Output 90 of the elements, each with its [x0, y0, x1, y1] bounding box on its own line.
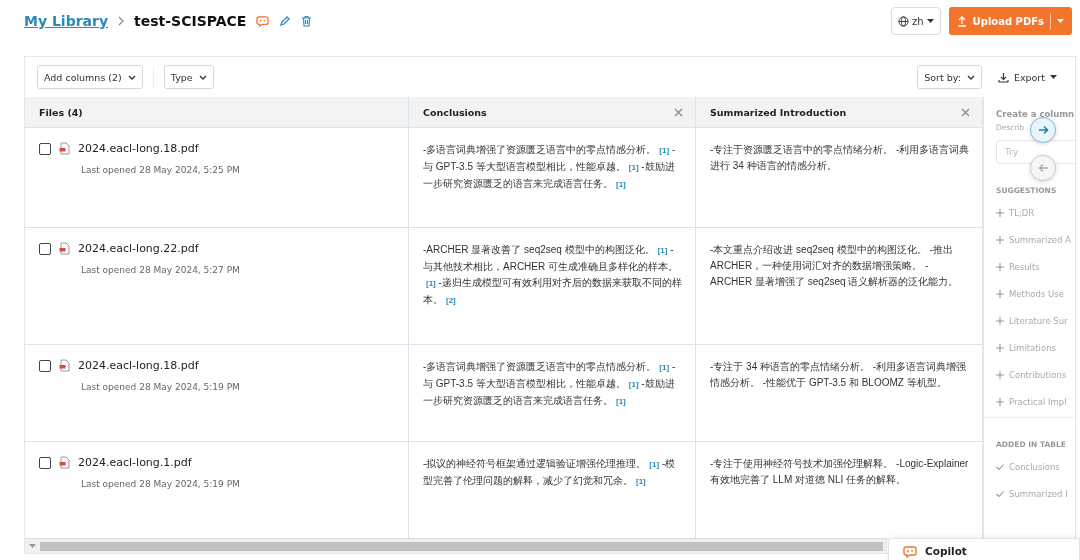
caret-icon: [127, 74, 136, 80]
citation-link[interactable]: [1]: [616, 180, 626, 189]
suggestion-item[interactable]: Literature Sur: [996, 307, 1075, 334]
horizontal-scrollbar[interactable]: [25, 538, 887, 553]
citation-link[interactable]: [1]: [649, 460, 660, 469]
summary-text: -本文重点介绍改进 seq2seq 模型中的构图泛化。 -推出 ARCHER，一种使用词汇对齐的数据增强策略。 -ARCHER 显著增强了 seq2seq 语义解析器的泛化能力。: [710, 243, 960, 289]
summary-text: -专注于 34 种语言的零点情绪分析。 -利用多语言词典增强情感分析。 -性能优于 GPT-3.5 和 BLOOMZ 等机型。: [710, 360, 968, 390]
panel-title: Create a column: [996, 109, 1075, 119]
plus-icon: [996, 289, 1004, 298]
globe-icon: [898, 15, 909, 27]
caret-icon: [966, 74, 975, 80]
conclusions-text: -多语言词典增强了资源匮乏语言中的零点情感分析。 [1] -与 GPT-3.5 等大型语言模型相比，性能卓越。 [1] -鼓励进一步研究资源匮乏的语言来完成语言任务。 [1]: [423, 143, 677, 191]
citation-link[interactable]: [1]: [636, 477, 646, 486]
plus-icon: [996, 235, 1004, 244]
suggestion-item[interactable]: Summarized A: [996, 226, 1075, 253]
added-column-item[interactable]: Summarized I: [996, 480, 1075, 507]
expand-button[interactable]: [1030, 117, 1056, 143]
caret-icon: [926, 19, 934, 23]
citation-link[interactable]: [1]: [659, 363, 670, 372]
summary-text: -专注于使用神经符号技术加强伦理解释。 -Logic-Explainer 有效地完善了 LLM 对道德 NLI 任务的解释。: [710, 457, 970, 487]
caret-icon: [1050, 75, 1057, 79]
file-name[interactable]: 2024.eacl-long.1.pdf: [78, 456, 192, 469]
conclusions-text: -ARCHER 显著改善了 seq2seq 模型中的构图泛化。 [1] -与其他技术相比，ARCHER 可生成准确且多样化的样本。 [1] -递归生成模型可有效利用对齐后的数据来获取不同的样本。 [2]: [423, 243, 683, 307]
added-column-item[interactable]: Conclusions: [996, 453, 1075, 480]
citation-link[interactable]: [1]: [426, 279, 436, 288]
pdf-file-icon: [59, 456, 70, 469]
last-opened-text: Last opened 28 May 2024, 5:19 PM: [81, 382, 241, 392]
row-checkbox[interactable]: [39, 456, 51, 469]
copilot-button[interactable]: Copilot: [888, 538, 1080, 560]
language-button[interactable]: zh: [891, 7, 941, 35]
caret-icon: [198, 74, 207, 80]
suggestion-item[interactable]: Methods Use: [996, 280, 1075, 307]
suggestion-item[interactable]: Results: [996, 253, 1075, 280]
caret-icon: [1057, 19, 1064, 23]
upload-icon: [956, 15, 967, 27]
citation-link[interactable]: [1]: [616, 397, 626, 406]
upload-button[interactable]: Upload PDFs: [948, 7, 1072, 35]
check-icon: [996, 463, 1004, 470]
plus-icon: [996, 262, 1004, 271]
check-icon: [996, 490, 1004, 497]
close-icon[interactable]: [961, 107, 970, 117]
arrow-left-icon: [1037, 163, 1049, 173]
caret-icon: [29, 544, 36, 548]
column-title: Summarized Introduction: [710, 106, 847, 118]
plus-icon: [996, 397, 1004, 406]
trash-icon[interactable]: [301, 15, 313, 27]
file-name[interactable]: 2024.eacl-long.22.pdf: [78, 242, 199, 255]
plus-icon: [996, 343, 1004, 352]
chat-icon[interactable]: [256, 14, 270, 28]
file-name[interactable]: 2024.eacl-long.18.pdf: [78, 142, 199, 155]
export-button[interactable]: Export: [991, 71, 1063, 83]
conclusions-text: -拟议的神经符号框架通过逻辑验证增强伦理推理。 [1] -模型完善了伦理问题的解释，减少了幻觉和冗余。 [1]: [423, 457, 677, 488]
library-link[interactable]: My Library: [24, 13, 109, 29]
sort-dropdown[interactable]: Sort by:: [917, 65, 982, 89]
suggestion-item[interactable]: Practical Impl: [996, 388, 1075, 415]
row-checkbox[interactable]: [39, 359, 51, 372]
plus-icon: [996, 316, 1004, 325]
arrow-right-icon: [1037, 125, 1049, 135]
pdf-file-icon: [59, 142, 70, 155]
add-columns-dropdown[interactable]: Add columns (2): [37, 65, 143, 89]
suggestion-item[interactable]: Contributions: [996, 361, 1075, 388]
citation-link[interactable]: [1]: [659, 146, 670, 155]
plus-icon: [996, 370, 1004, 379]
suggestion-item[interactable]: Limitations: [996, 334, 1075, 361]
citation-link[interactable]: [1]: [657, 246, 668, 255]
type-dropdown[interactable]: Type: [163, 65, 214, 89]
column-input[interactable]: Try: [996, 140, 1075, 164]
citation-link[interactable]: [1]: [628, 380, 639, 389]
project-title: test-SCISPACE: [134, 13, 247, 29]
row-checkbox[interactable]: [39, 242, 51, 255]
chevron-icon: [118, 16, 125, 26]
conclusions-text: -多语言词典增强了资源匮乏语言中的零点情感分析。 [1] -与 GPT-3.5 等大型语言模型相比，性能卓越。 [1] -鼓励进一步研究资源匮乏的语言来完成语言任务。 [1]: [423, 360, 677, 408]
suggestion-item[interactable]: TL;DR: [996, 199, 1075, 226]
last-opened-text: Last opened 28 May 2024, 5:19 PM: [81, 479, 241, 489]
pdf-file-icon: [59, 359, 70, 372]
download-icon: [997, 71, 1009, 83]
chat-icon[interactable]: [903, 545, 917, 559]
pencil-icon[interactable]: [279, 15, 292, 27]
citation-link[interactable]: [2]: [446, 296, 456, 305]
file-name[interactable]: 2024.eacl-long.18.pdf: [78, 359, 199, 372]
last-opened-text: Last opened 28 May 2024, 5:25 PM: [81, 165, 241, 175]
plus-icon: [996, 208, 1004, 217]
column-title: Files (4): [39, 106, 83, 118]
column-title: Conclusions: [423, 106, 487, 118]
pdf-file-icon: [59, 242, 70, 255]
summary-text: -专注于资源匮乏语言中的零点情绪分析。 -利用多语言词典进行 34 种语言的情感分析。: [710, 143, 970, 173]
close-icon[interactable]: [674, 107, 683, 117]
citation-link[interactable]: [1]: [628, 163, 639, 172]
row-checkbox[interactable]: [39, 142, 51, 155]
last-opened-text: Last opened 28 May 2024, 5:27 PM: [81, 265, 241, 275]
